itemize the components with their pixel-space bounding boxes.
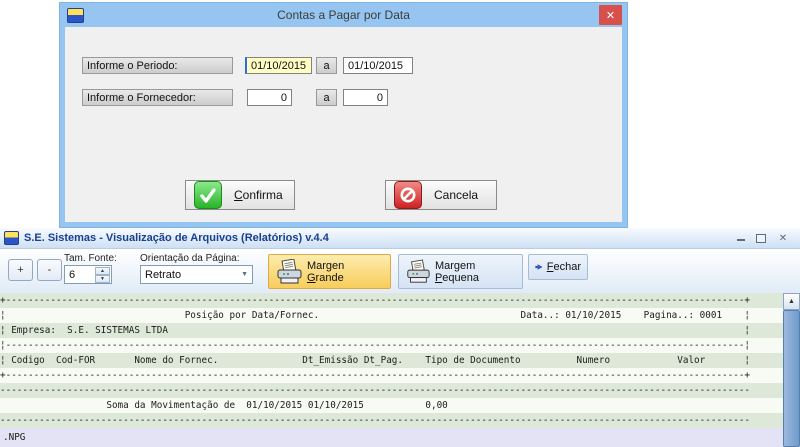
report-line: ¦ Codigo Cod-FOR Nome do Fornec. Dt_Emis… [0,353,783,368]
report-line: ----------------------------------------… [0,383,783,398]
report-line: ----------------------------------------… [0,413,783,428]
se-app-icon [67,8,84,23]
margin-large-label: Margen Grande [307,260,384,284]
report-area: +---------------------------------------… [0,293,800,447]
cancel-button[interactable]: Cancela [385,180,497,210]
close-icon[interactable]: ✕ [776,232,790,244]
report-line: +---------------------------------------… [0,368,783,383]
orientation-select[interactable]: Retrato ▼ [140,265,253,284]
viewer-title: S.E. Sistemas - Visualização de Arquivos… [24,232,329,244]
chevron-up-icon: ▲ [95,267,110,275]
cancel-label: Cancela [434,188,478,202]
viewer-titlebar[interactable]: S.E. Sistemas - Visualização de Arquivos… [0,228,800,249]
vertical-scrollbar[interactable]: ▲ [783,293,800,447]
confirm-label: Confirma [234,188,283,202]
report-page: +---------------------------------------… [0,293,783,428]
font-size-stepper[interactable]: ▲▼ [95,267,110,282]
supplier-to-input[interactable]: 0 [343,89,388,106]
confirm-button[interactable]: Confirma [185,180,295,210]
close-icon[interactable]: ✕ [599,5,622,25]
printer-icon [405,259,431,285]
period-from-input[interactable]: 01/10/2015 [245,57,312,74]
report-line: +---------------------------------------… [0,293,783,308]
supplier-label: Informe o Fornecedor: [82,89,233,106]
close-viewer-button[interactable]: Fechar [528,254,588,280]
font-size-value: 6 [69,269,75,281]
chevron-down-icon: ▼ [95,275,110,283]
check-icon [194,181,222,209]
prohibition-icon [394,181,422,209]
scroll-up-icon[interactable]: ▲ [783,293,800,310]
printer-icon [275,259,303,285]
report-line: ¦ Posição por Data/Fornec. Data..: 01/10… [0,308,783,323]
report-line: Soma da Movimentação de 01/10/2015 01/10… [0,398,783,413]
zoom-out-button[interactable]: - [37,259,62,281]
dialog-titlebar[interactable]: Contas a Pagar por Data ✕ [60,3,627,27]
dialog-body: Informe o Periodo: 01/10/2015 a 01/10/20… [65,27,622,222]
zoom-in-button[interactable]: + [8,259,33,281]
scrollbar-thumb[interactable] [783,310,800,447]
viewer-toolbar: + - Tam. Fonte: 6 ▲▼ Orientação da Págin… [0,249,800,295]
font-size-label: Tam. Fonte: [64,253,117,264]
report-line: ¦---------------------------------------… [0,338,783,353]
orientation-value: Retrato [145,269,181,281]
report-viewer-window: S.E. Sistemas - Visualização de Arquivos… [0,228,800,447]
dialog-title: Contas a Pagar por Data [60,8,627,22]
se-app-icon [4,231,19,245]
contas-dialog: Contas a Pagar por Data ✕ Informe o Peri… [60,3,627,227]
close-viewer-label: Fechar [547,261,581,273]
supplier-from-input[interactable]: 0 [247,89,292,106]
orientation-label: Orientação da Página: [140,253,240,264]
period-to-input[interactable]: 01/10/2015 [343,57,413,74]
arrow-icon [535,258,543,276]
margin-small-label: Margem Pequena [435,260,516,284]
supplier-sep-label: a [316,89,337,106]
period-label: Informe o Periodo: [82,57,233,74]
restore-icon[interactable] [754,232,768,244]
margin-large-button[interactable]: Margen Grande [268,254,391,289]
report-line: ¦ Empresa: S.E. SISTEMAS LTDA ¦ [0,323,783,338]
minimize-icon[interactable] [734,232,748,244]
margin-small-button[interactable]: Margem Pequena [398,254,523,289]
font-size-input[interactable]: 6 ▲▼ [64,265,112,284]
period-sep-label: a [316,57,337,74]
chevron-down-icon: ▼ [241,271,248,278]
report-footer-text: .NPG [3,432,25,443]
